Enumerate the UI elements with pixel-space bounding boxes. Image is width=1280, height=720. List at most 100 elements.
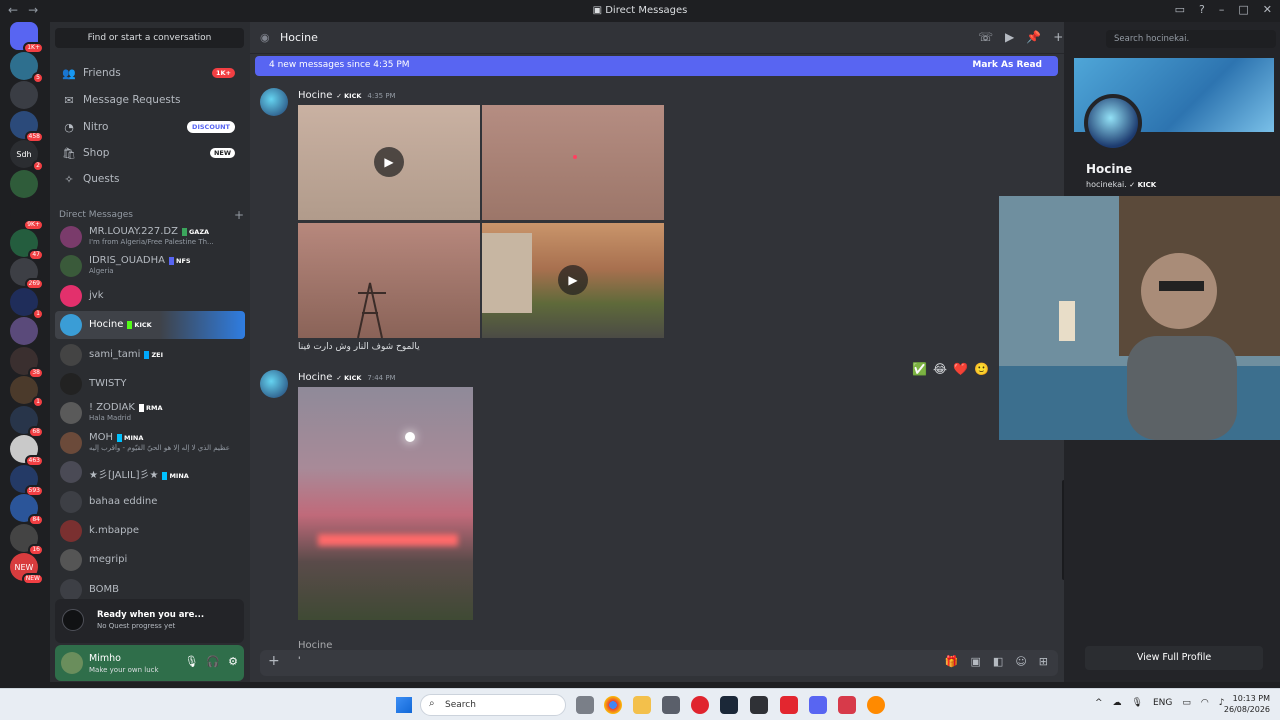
composer-input[interactable]: ' bbox=[298, 656, 300, 666]
server-icon[interactable]: 593 bbox=[10, 464, 44, 497]
sidebar-item-message-requests[interactable]: ✉ Message Requests bbox=[55, 88, 245, 112]
task-view-icon[interactable] bbox=[576, 696, 594, 714]
message-composer[interactable]: + ' 🎁 ▣ ◧ ☺ ⊞ bbox=[260, 650, 1058, 676]
play-icon[interactable]: ▶ bbox=[374, 147, 404, 177]
find-conversation-button[interactable]: Find or start a conversation bbox=[55, 28, 244, 48]
pin-icon[interactable]: 📌 bbox=[1026, 30, 1041, 44]
server-icon[interactable]: 47 bbox=[10, 228, 44, 261]
mic-tray-icon[interactable]: 🎙 bbox=[1132, 698, 1143, 708]
server-icon[interactable] bbox=[10, 169, 38, 198]
server-icon[interactable]: 9K+ bbox=[10, 199, 44, 231]
add-attachment-icon[interactable]: + bbox=[268, 653, 280, 669]
chevron-up-icon[interactable]: ^ bbox=[1095, 698, 1103, 708]
server-icon[interactable]: 68 bbox=[10, 405, 44, 438]
server-icon[interactable]: 269 bbox=[10, 258, 44, 290]
file-explorer-icon[interactable] bbox=[633, 696, 651, 714]
dm-item[interactable]: ! ZODIAK RMA Hala Madrid bbox=[55, 399, 245, 427]
media-image-3[interactable] bbox=[298, 223, 480, 338]
steam-icon[interactable] bbox=[720, 696, 738, 714]
headset-icon[interactable]: 🎧 bbox=[206, 655, 220, 668]
sidebar-item-quests[interactable]: ✧ Quests bbox=[55, 167, 245, 191]
dm-item[interactable]: MR.LOUAY.227.DZ GAZA I'm from Algeria/Free… bbox=[55, 223, 245, 251]
dm-item[interactable]: jvk bbox=[55, 282, 245, 310]
server-icon[interactable]: 5 bbox=[10, 51, 44, 84]
server-icon[interactable]: 1 bbox=[10, 376, 44, 408]
dm-item[interactable]: bahaa eddine bbox=[55, 488, 245, 516]
media-video-1[interactable]: ▶ bbox=[298, 105, 480, 220]
clock[interactable]: 10:13 PM 26/08/2026 bbox=[1224, 693, 1270, 715]
gear-icon[interactable]: ⚙ bbox=[228, 655, 238, 668]
chrome-icon[interactable] bbox=[604, 696, 622, 714]
reaction-emoji[interactable]: 🙂 bbox=[974, 362, 989, 376]
close-icon[interactable]: ✕ bbox=[1263, 3, 1272, 16]
sidebar-item-nitro[interactable]: ◔ Nitro DISCOUNT bbox=[55, 115, 245, 139]
gift-icon[interactable]: 🎁 bbox=[945, 655, 959, 668]
sidebar-item-friends[interactable]: 👥 Friends 1K+ bbox=[55, 61, 245, 85]
message-author[interactable]: Hocine bbox=[298, 90, 332, 101]
dm-item[interactable]: MOH MINA عظيم الذي لا إله إلا هو الحيّ الق… bbox=[55, 429, 245, 457]
add-friend-icon[interactable]: + bbox=[1053, 30, 1063, 44]
reaction-emoji[interactable]: ❤️ bbox=[953, 362, 968, 376]
phone-call-icon[interactable]: ☏ bbox=[978, 30, 993, 44]
avatar[interactable] bbox=[1084, 94, 1142, 152]
quest-progress-card[interactable]: Ready when you are... No Quest progress … bbox=[55, 599, 244, 643]
media-image-fire[interactable] bbox=[298, 387, 473, 620]
avatar[interactable] bbox=[260, 88, 288, 116]
cloud-icon[interactable]: ☁ bbox=[1113, 698, 1122, 708]
reaction-emoji[interactable]: 😂 bbox=[933, 362, 947, 376]
server-icon[interactable]: 1 bbox=[10, 287, 44, 320]
video-call-icon[interactable]: ▶ bbox=[1005, 30, 1014, 44]
server-icon[interactable] bbox=[10, 81, 38, 109]
opera-icon[interactable] bbox=[691, 696, 709, 714]
new-dm-icon[interactable]: + bbox=[234, 208, 244, 222]
wifi-icon[interactable]: ◠ bbox=[1201, 698, 1209, 708]
server-icon[interactable]: 463 bbox=[10, 435, 44, 467]
help-icon[interactable]: ? bbox=[1199, 3, 1205, 16]
server-icon[interactable]: Sdh 2 bbox=[10, 140, 44, 172]
avatar[interactable] bbox=[260, 370, 288, 398]
dm-item[interactable]: k.mbappe bbox=[55, 517, 245, 545]
snipping-tool-icon[interactable] bbox=[662, 696, 680, 714]
sticker-icon[interactable]: ◧ bbox=[993, 655, 1003, 668]
game-launcher-icon[interactable] bbox=[780, 696, 798, 714]
avatar[interactable] bbox=[61, 652, 83, 674]
discord-icon[interactable] bbox=[809, 696, 827, 714]
taskbar-search[interactable]: ⌕ Search bbox=[420, 694, 566, 716]
server-icon[interactable]: 38 bbox=[10, 346, 44, 379]
dm-item[interactable]: TWISTY bbox=[55, 370, 245, 398]
play-icon[interactable]: ▶ bbox=[558, 265, 588, 295]
server-icon[interactable] bbox=[10, 317, 38, 345]
dm-item[interactable]: megripi bbox=[55, 546, 245, 574]
app-icon[interactable] bbox=[838, 696, 856, 714]
server-icon[interactable]: 84 bbox=[10, 494, 44, 526]
dm-item[interactable]: ★彡[JALIL]彡★ MINA bbox=[55, 458, 245, 486]
firefox-icon[interactable] bbox=[867, 696, 885, 714]
server-icon[interactable]: 458 bbox=[10, 110, 44, 143]
inbox-icon[interactable]: ▭ bbox=[1175, 3, 1185, 16]
mark-as-read-button[interactable]: Mark As Read bbox=[972, 60, 1042, 70]
dm-item[interactable]: IDRIS_OUADHA NFS Algeria bbox=[55, 252, 245, 280]
gif-icon[interactable]: ▣ bbox=[971, 655, 981, 668]
dm-item[interactable]: Hocine KICK bbox=[55, 311, 245, 340]
view-full-profile-button[interactable]: View Full Profile bbox=[1085, 646, 1263, 670]
apps-icon[interactable]: ⊞ bbox=[1039, 655, 1048, 668]
display-icon[interactable]: ▭ bbox=[1182, 698, 1191, 708]
minimize-icon[interactable]: – bbox=[1219, 3, 1225, 16]
windows-start-icon[interactable] bbox=[396, 697, 412, 713]
new-messages-bar[interactable]: 4 new messages since 4:35 PM Mark As Rea… bbox=[255, 56, 1058, 76]
language-indicator[interactable]: ENG bbox=[1153, 698, 1172, 708]
emoji-icon[interactable]: ☺ bbox=[1015, 655, 1026, 668]
media-video-4[interactable]: ▶ bbox=[482, 223, 664, 338]
microphone-icon[interactable]: 🎙 bbox=[184, 655, 198, 668]
sidebar-item-shop[interactable]: 🛍 Shop NEW bbox=[55, 141, 245, 165]
server-icon[interactable]: NEW NEW bbox=[10, 553, 44, 585]
media-image-2[interactable] bbox=[482, 105, 664, 220]
reaction-emoji[interactable]: ✅ bbox=[912, 362, 927, 376]
message-author[interactable]: Hocine bbox=[298, 372, 332, 383]
dm-item[interactable]: sami_tami ZEI bbox=[55, 341, 245, 369]
maximize-icon[interactable]: □ bbox=[1238, 3, 1248, 16]
server-icon[interactable]: 16 bbox=[10, 523, 44, 556]
search-input[interactable]: Search hocinekai. bbox=[1106, 30, 1276, 48]
obs-icon[interactable] bbox=[750, 696, 768, 714]
server-icon[interactable]: 1K+ bbox=[10, 22, 44, 54]
